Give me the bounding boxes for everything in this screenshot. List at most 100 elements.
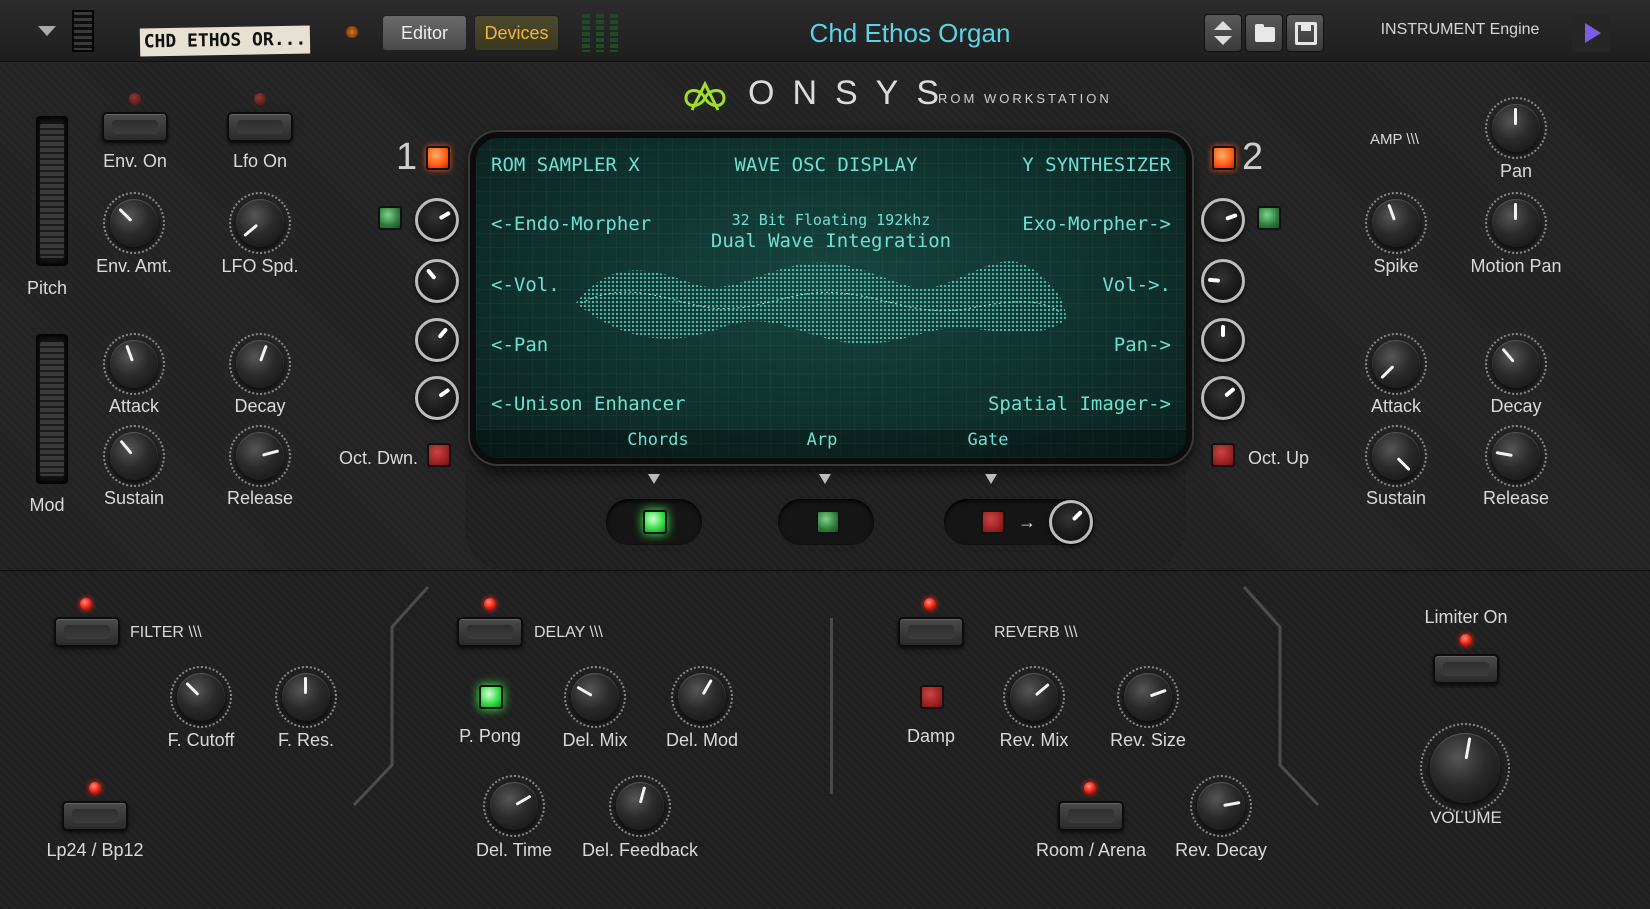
room-arena-button[interactable]	[1058, 801, 1124, 831]
ping-pong-label: P. Pong	[459, 726, 521, 746]
amp-sustain-knob[interactable]	[1365, 425, 1427, 487]
motion-pan-knob[interactable]	[1485, 192, 1547, 254]
endo-morpher-knob[interactable]	[415, 198, 459, 242]
filter-led	[80, 598, 92, 610]
wave-osc-title: WAVE OSC DISPLAY	[734, 154, 918, 176]
down-arrow-icon	[1214, 36, 1232, 45]
play-arrow-icon[interactable]	[1572, 14, 1610, 52]
rev-mix-knob[interactable]	[1003, 666, 1065, 728]
room-arena-led	[1084, 782, 1096, 794]
lfo-on-led	[254, 93, 266, 105]
tab-gate[interactable]: Gate	[928, 430, 1048, 450]
gate-toggle[interactable]	[981, 510, 1005, 534]
volume-knob[interactable]	[1420, 723, 1510, 813]
sustain-knob[interactable]	[103, 425, 165, 487]
del-mix-knob[interactable]	[564, 666, 626, 728]
lfo-spd-label: LFO Spd.	[221, 256, 299, 276]
arp-toggle[interactable]	[816, 510, 840, 534]
oct-down-button[interactable]	[427, 443, 451, 467]
rack-handle-icon[interactable]	[72, 10, 94, 52]
lfo-spd-knob[interactable]	[229, 192, 291, 254]
pan-2-knob[interactable]	[1201, 318, 1245, 362]
patch-tape-label[interactable]: CHD ETHOS OR...	[139, 25, 311, 57]
pitch-wheel[interactable]	[36, 116, 68, 266]
del-mod-knob[interactable]	[671, 666, 733, 728]
reverb-on-button[interactable]	[898, 617, 964, 647]
filter-on-button[interactable]	[54, 617, 120, 647]
collapse-arrow-icon[interactable]	[38, 26, 56, 36]
delay-title: DELAY \\\	[534, 624, 603, 641]
decay-knob[interactable]	[229, 333, 291, 395]
reverb-led	[924, 598, 936, 610]
up-arrow-icon	[1214, 21, 1232, 30]
f-res-label: F. Res.	[277, 730, 334, 750]
open-folder-button[interactable]	[1245, 14, 1283, 52]
reverb-title: REVERB \\\	[994, 624, 1078, 641]
limiter-button[interactable]	[1433, 654, 1499, 684]
endo-morpher-label: <-Endo-Morpher	[491, 213, 652, 235]
slot-2-select[interactable]	[1212, 146, 1236, 170]
devices-button[interactable]: Devices	[474, 15, 559, 51]
vol-1-knob[interactable]	[415, 259, 459, 303]
oct-up-button[interactable]	[1211, 443, 1235, 467]
rev-size-knob[interactable]	[1117, 666, 1179, 728]
env-on-led	[129, 93, 141, 105]
decay-label: Decay	[234, 396, 286, 416]
f-res-knob[interactable]	[275, 666, 337, 728]
engine-label: INSTRUMENT Engine	[1380, 21, 1540, 38]
tab-arp[interactable]: Arp	[762, 430, 882, 450]
gate-arrow-icon	[985, 474, 997, 484]
ping-pong-toggle[interactable]	[479, 685, 503, 709]
waveform-visual	[576, 261, 1066, 344]
patch-name[interactable]: Chd Ethos Organ	[740, 18, 1080, 52]
gate-knob[interactable]	[1049, 500, 1093, 544]
oct-up-label: Oct. Up	[1248, 448, 1310, 468]
mod-wheel[interactable]	[36, 334, 68, 484]
pan-1-knob[interactable]	[415, 318, 459, 362]
room-arena-label: Room / Arena	[1035, 840, 1147, 860]
del-time-label: Del. Time	[475, 840, 553, 860]
pan-knob[interactable]	[1485, 97, 1547, 159]
env-amt-knob[interactable]	[103, 192, 165, 254]
pan-label: Pan	[1499, 161, 1533, 181]
f-cutoff-knob[interactable]	[170, 666, 232, 728]
release-label: Release	[226, 488, 294, 508]
release-knob[interactable]	[229, 425, 291, 487]
unison-knob[interactable]	[415, 376, 459, 420]
oct-down-label: Oct. Dwn.	[338, 448, 418, 468]
del-feedback-knob[interactable]	[609, 775, 671, 837]
spike-label: Spike	[1373, 256, 1419, 276]
slot-1-select[interactable]	[426, 146, 450, 170]
editor-button[interactable]: Editor	[382, 15, 467, 51]
amp-release-knob[interactable]	[1485, 425, 1547, 487]
exo-morpher-knob[interactable]	[1201, 198, 1245, 242]
damp-toggle[interactable]	[920, 685, 944, 709]
lfo-on-button[interactable]	[227, 112, 293, 142]
save-button[interactable]	[1286, 14, 1324, 52]
patch-updown-button[interactable]	[1204, 14, 1242, 52]
rev-decay-knob[interactable]	[1190, 775, 1252, 837]
amp-attack-knob[interactable]	[1365, 333, 1427, 395]
amp-release-label: Release	[1482, 488, 1550, 508]
chords-toggle[interactable]	[643, 510, 667, 534]
env-on-button[interactable]	[102, 112, 168, 142]
spike-knob[interactable]	[1365, 192, 1427, 254]
slot-2-enable[interactable]	[1257, 206, 1281, 230]
rev-decay-label: Rev. Decay	[1175, 840, 1267, 860]
attack-knob[interactable]	[103, 333, 165, 395]
tab-chords[interactable]: Chords	[598, 430, 718, 450]
slot-1-enable[interactable]	[378, 206, 402, 230]
filter-mode-button[interactable]	[62, 801, 128, 831]
del-time-knob[interactable]	[483, 775, 545, 837]
section-divider-mid	[830, 618, 833, 794]
rom-sampler-title: ROM SAMPLER X	[491, 154, 640, 176]
spatial-imager-knob[interactable]	[1201, 376, 1245, 420]
vol-2-knob[interactable]	[1201, 259, 1245, 303]
unison-label: <-Unison Enhancer	[491, 393, 686, 415]
delay-led	[484, 598, 496, 610]
amp-attack-label: Attack	[1370, 396, 1422, 416]
delay-on-button[interactable]	[457, 617, 523, 647]
folder-icon	[1255, 27, 1275, 42]
amp-decay-knob[interactable]	[1485, 333, 1547, 395]
limiter-label: Limiter On	[1424, 607, 1508, 627]
